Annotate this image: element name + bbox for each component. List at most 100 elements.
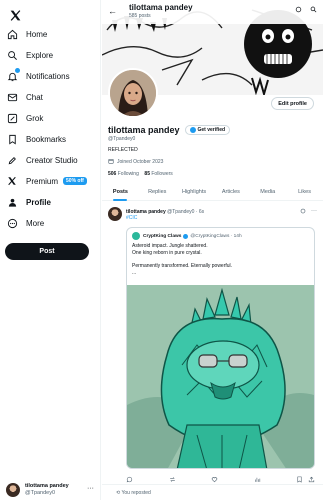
sidebar-item-home[interactable]: Home xyxy=(6,26,47,42)
quote-line: Permanently transformed. Eternally power… xyxy=(132,263,233,269)
get-verified-button[interactable]: Get verified xyxy=(184,125,231,135)
grok-icon[interactable] xyxy=(295,6,302,15)
sidebar-item-label: Profile xyxy=(26,197,51,207)
notification-dot xyxy=(15,68,20,73)
edit-profile-button[interactable]: Edit profile xyxy=(271,97,314,110)
avatar xyxy=(132,232,140,240)
more-circle-icon xyxy=(6,217,18,229)
tweet-header: tilottama pandey @Tpandey0 · 6s xyxy=(126,209,204,215)
app-root: Home Explore Notifications Chat Grok Boo… xyxy=(0,0,323,500)
reposted-label: You reposted xyxy=(121,490,151,496)
sidebar-item-chat[interactable]: Chat xyxy=(6,89,43,105)
sidebar-item-explore[interactable]: Explore xyxy=(6,47,53,63)
reply-icon[interactable] xyxy=(126,476,133,485)
like-icon[interactable] xyxy=(211,476,218,485)
profile-name: tilottama pandey Get verified xyxy=(108,125,231,135)
bookmark-icon xyxy=(6,133,18,145)
quote-line: ... xyxy=(132,270,137,276)
followers-count: 85 xyxy=(144,171,150,177)
sidebar-item-label: Chat xyxy=(26,92,43,102)
tab-highlights[interactable]: Highlights xyxy=(176,184,213,200)
tab-posts[interactable]: Posts xyxy=(102,184,139,200)
post-count: 585 posts xyxy=(129,13,151,19)
profile-bio: REFLECTED xyxy=(108,147,138,153)
tweet-meta: @Tpandey0 · 6s xyxy=(167,209,205,215)
sidebar-item-label: Home xyxy=(26,29,48,39)
sidebar-item-label: Bookmarks xyxy=(26,134,67,144)
avatar xyxy=(6,483,20,497)
tab-media[interactable]: Media xyxy=(249,184,286,200)
person-icon xyxy=(6,196,18,208)
repost-icon[interactable] xyxy=(169,476,176,485)
quoted-tweet-text: Asteroid impact. Jungle shattered. One k… xyxy=(132,243,232,277)
tab-articles[interactable]: Articles xyxy=(212,184,249,200)
tweet[interactable]: tilottama pandey @Tpandey0 · 6s #CIC ···… xyxy=(102,201,323,485)
bookmark-icon[interactable] xyxy=(296,476,303,485)
verified-check-icon xyxy=(189,127,196,133)
profile-avatar[interactable] xyxy=(108,68,158,118)
get-verified-label: Get verified xyxy=(197,127,226,133)
sidebar: Home Explore Notifications Chat Grok Boo… xyxy=(0,0,101,500)
views-icon[interactable] xyxy=(254,476,261,485)
sidebar-item-bookmarks[interactable]: Bookmarks xyxy=(6,131,66,147)
profile-tabs: Posts Replies Highlights Articles Media … xyxy=(102,184,323,201)
post-button[interactable]: Post xyxy=(5,243,89,260)
following-label: Following xyxy=(117,171,139,177)
sidebar-item-label: Grok xyxy=(26,113,44,123)
quote-line: One king reborn in pure crystal. xyxy=(132,250,202,256)
sidebar-item-premium[interactable]: Premium 50% off xyxy=(6,173,87,189)
share-icon[interactable] xyxy=(308,476,315,485)
premium-discount-badge: 50% off xyxy=(63,177,87,185)
avatar[interactable] xyxy=(108,207,122,221)
profile-top-bar: ← tilottama pandey 585 posts xyxy=(102,0,323,24)
sidebar-item-label: Creator Studio xyxy=(26,155,78,165)
sidebar-item-label: Notifications xyxy=(26,71,70,81)
verified-check-icon xyxy=(183,233,189,239)
grok-icon xyxy=(6,112,18,124)
back-arrow-icon[interactable]: ← xyxy=(108,6,117,16)
follow-counts: 506 Following 85 Followers xyxy=(108,171,173,177)
rocket-icon xyxy=(6,154,18,166)
quoted-tweet-header: CryptKing Claws @CryptKingClaws · 14h xyxy=(132,232,242,240)
sidebar-item-grok[interactable]: Grok xyxy=(6,110,43,126)
following-link[interactable]: 506 Following xyxy=(108,171,139,177)
grok-icon[interactable] xyxy=(300,208,306,216)
crystal-lion-image[interactable] xyxy=(127,285,314,468)
tab-likes[interactable]: Likes xyxy=(286,184,323,200)
calendar-icon xyxy=(108,158,114,166)
more-options-icon[interactable]: ··· xyxy=(87,485,94,492)
quoted-author-name: CryptKing Claws xyxy=(143,233,182,239)
tab-replies[interactable]: Replies xyxy=(139,184,176,200)
sidebar-item-profile[interactable]: Profile xyxy=(6,194,51,210)
more-options-icon[interactable]: ··· xyxy=(311,208,317,216)
following-count: 506 xyxy=(108,171,117,177)
sidebar-item-label: Premium xyxy=(26,176,59,186)
followers-link[interactable]: 85 Followers xyxy=(144,171,172,177)
quoted-meta: @CryptKingClaws · 14h xyxy=(190,233,242,239)
followers-label: Followers xyxy=(151,171,173,177)
hashtag-link[interactable]: #CIC xyxy=(126,215,137,221)
page-title: tilottama pandey xyxy=(129,3,193,12)
account-handle: @Tpandey0 xyxy=(25,490,56,496)
x-logo-icon xyxy=(6,175,18,187)
home-icon xyxy=(6,28,18,40)
sidebar-item-notifications[interactable]: Notifications xyxy=(6,68,70,84)
mail-icon xyxy=(6,91,18,103)
joined-date: Joined October 2023 xyxy=(117,159,164,165)
bell-icon xyxy=(6,68,20,82)
profile-main-column: ← tilottama pandey 585 posts Edit profil… xyxy=(102,0,323,500)
account-switcher[interactable]: tilottama pandey @Tpandey0 ··· xyxy=(6,482,96,498)
search-icon[interactable] xyxy=(310,6,317,15)
x-logo-icon[interactable] xyxy=(6,6,24,24)
account-name: tilottama pandey xyxy=(25,483,69,489)
search-icon xyxy=(6,49,18,61)
reposted-indicator: ⟲ You reposted xyxy=(116,490,151,496)
sidebar-item-more[interactable]: More xyxy=(6,215,44,231)
quoted-tweet[interactable]: CryptKing Claws @CryptKingClaws · 14h As… xyxy=(126,227,315,469)
sidebar-item-label: More xyxy=(26,218,45,228)
profile-joined: Joined October 2023 xyxy=(108,158,163,166)
sidebar-item-creator-studio[interactable]: Creator Studio xyxy=(6,152,78,168)
quote-line: Asteroid impact. Jungle shattered. xyxy=(132,243,208,249)
tweet-actions xyxy=(126,476,315,485)
profile-handle: @Tpandey0 xyxy=(108,136,136,142)
